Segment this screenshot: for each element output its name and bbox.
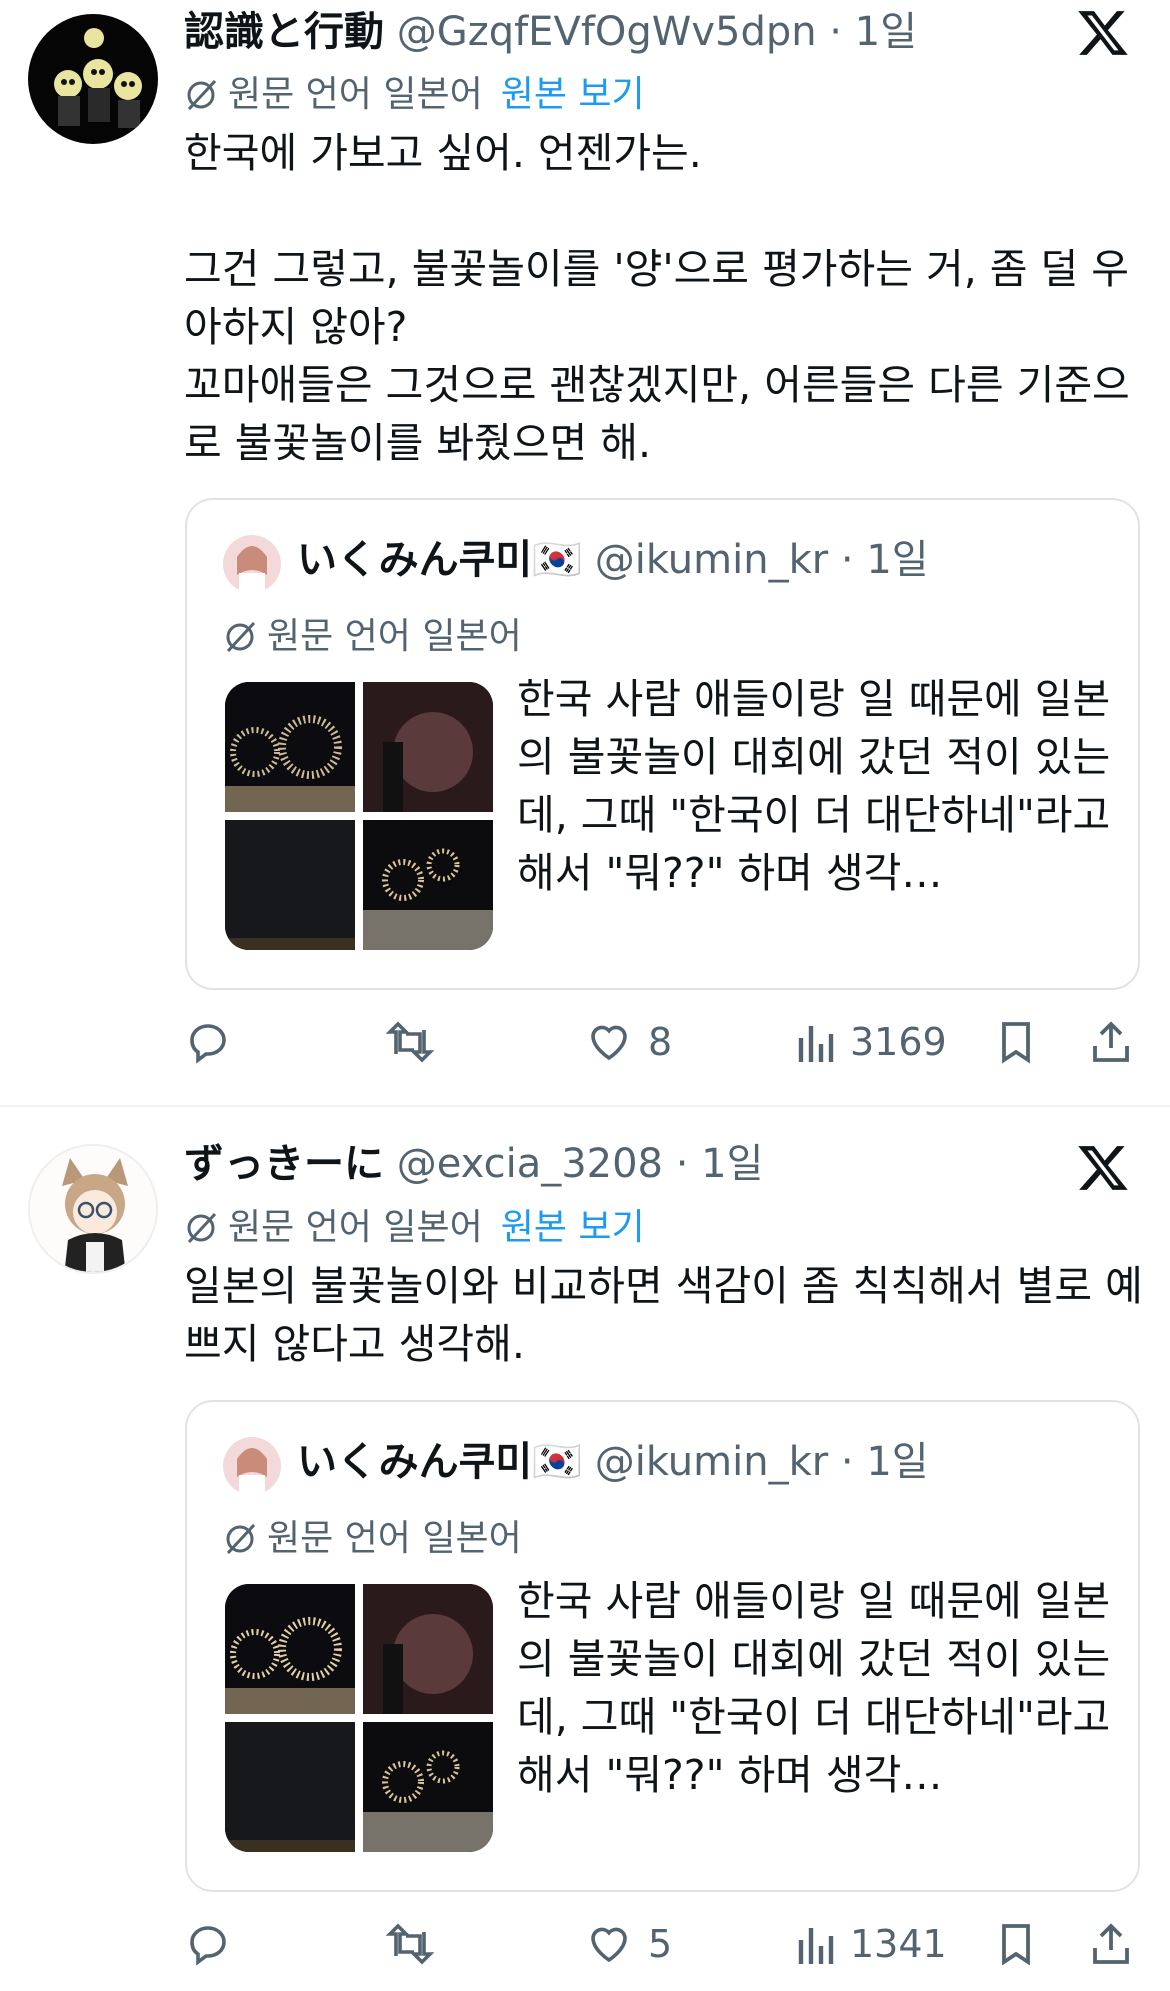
media-image[interactable] xyxy=(363,682,493,812)
media-image[interactable] xyxy=(225,1584,355,1714)
media-image[interactable] xyxy=(225,682,355,812)
reply-icon xyxy=(190,1926,226,1966)
views-button[interactable]: 3169 xyxy=(794,1012,947,1072)
reply-button[interactable] xyxy=(184,1914,246,1974)
reply-icon xyxy=(190,1024,226,1064)
avatar[interactable] xyxy=(28,1144,158,1274)
retweet-button[interactable] xyxy=(384,1012,450,1072)
translation-label: 원문 언어 일본어 xyxy=(228,1207,483,1248)
author-name[interactable]: ずっきーに xyxy=(184,1141,384,1187)
quote-header: いくみん쿠미🇰🇷 @ikumin_kr · 1일 xyxy=(297,530,929,590)
share-icon xyxy=(1093,1923,1129,1964)
tweet-header: 認識と行動 @GzqfEVfOgWv5dpn · 1일 xyxy=(184,2,1170,62)
quote-timestamp[interactable]: 1일 xyxy=(866,1439,928,1485)
media-image[interactable] xyxy=(225,1722,355,1852)
action-bar: 5 1341 xyxy=(184,1914,1144,1974)
translation-notice: 원문 언어 일본어 원본 보기 xyxy=(184,1203,645,1253)
quote-translation-label: 원문 언어 일본어 xyxy=(267,1518,522,1559)
quote-translation-notice: 원문 언어 일본어 xyxy=(223,612,522,662)
bookmark-icon xyxy=(1002,1022,1030,1064)
quote-header: いくみん쿠미🇰🇷 @ikumin_kr · 1일 xyxy=(297,1432,929,1492)
tweet-text: 일본의 불꽃놀이와 비교하면 색감이 좀 칙칙해서 별로 예쁘지 않다고 생각해… xyxy=(184,1262,1143,1368)
share-button[interactable] xyxy=(1088,1012,1134,1072)
quote-text: 한국 사람 애들이랑 일 때문에 일본의 불꽃놀이 대회에 갔던 적이 있는데,… xyxy=(517,675,1124,897)
like-count: 5 xyxy=(648,1922,673,1966)
quote-author-name[interactable]: いくみん쿠미🇰🇷 xyxy=(297,537,582,583)
quote-translation-notice: 원문 언어 일본어 xyxy=(223,1514,522,1564)
media-image[interactable] xyxy=(225,820,355,950)
quote-tweet[interactable]: いくみん쿠미🇰🇷 @ikumin_kr · 1일 원문 언어 일본어 한국 사람… xyxy=(185,498,1140,990)
translation-label: 원문 언어 일본어 xyxy=(228,74,483,115)
separator: · xyxy=(828,537,867,583)
translate-globe-icon xyxy=(187,79,217,111)
quote-translation-label: 원문 언어 일본어 xyxy=(267,616,522,657)
like-button[interactable]: 5 xyxy=(584,1914,672,1974)
action-bar: 8 3169 xyxy=(184,1012,1144,1072)
tweet[interactable]: 認識と行動 @GzqfEVfOgWv5dpn · 1일 원문 언어 일본어 원본 … xyxy=(0,0,1170,1105)
separator: · xyxy=(663,1141,702,1187)
views-count: 3169 xyxy=(850,1020,947,1064)
bookmark-button[interactable] xyxy=(994,1012,1038,1072)
translation-notice: 원문 언어 일본어 원본 보기 xyxy=(184,70,645,120)
x-logo-icon[interactable] xyxy=(1076,6,1130,60)
quote-avatar xyxy=(223,1437,281,1495)
like-button[interactable]: 8 xyxy=(584,1012,672,1072)
views-chart-icon xyxy=(798,1026,834,1062)
show-original-link[interactable]: 원본 보기 xyxy=(501,1207,645,1248)
tweet[interactable]: ずっきーに @excia_3208 · 1일 원문 언어 일본어 원본 보기 일본… xyxy=(0,1107,1170,1991)
bookmark-icon xyxy=(1002,1924,1030,1966)
heart-icon xyxy=(591,1025,627,1061)
author-handle[interactable]: @GzqfEVfOgWv5dpn xyxy=(397,9,817,55)
retweet-button[interactable] xyxy=(384,1914,450,1974)
translate-globe-icon xyxy=(226,1523,256,1555)
quote-avatar xyxy=(223,535,281,593)
retweet-icon xyxy=(385,1021,435,1063)
share-button[interactable] xyxy=(1088,1914,1134,1974)
timestamp[interactable]: 1일 xyxy=(855,9,917,55)
views-button[interactable]: 1341 xyxy=(794,1914,947,1974)
quote-tweet[interactable]: いくみん쿠미🇰🇷 @ikumin_kr · 1일 원문 언어 일본어 한국 사람… xyxy=(185,1400,1140,1892)
like-count: 8 xyxy=(648,1020,673,1064)
quote-media-grid[interactable] xyxy=(225,1584,493,1852)
timestamp[interactable]: 1일 xyxy=(701,1141,763,1187)
heart-icon xyxy=(591,1927,627,1963)
share-icon xyxy=(1093,1021,1129,1062)
reply-button[interactable] xyxy=(184,1012,246,1072)
quote-media-grid[interactable] xyxy=(225,682,493,950)
bookmark-button[interactable] xyxy=(994,1914,1038,1974)
quote-timestamp[interactable]: 1일 xyxy=(866,537,928,583)
quote-text: 한국 사람 애들이랑 일 때문에 일본의 불꽃놀이 대회에 갔던 적이 있는데,… xyxy=(517,1577,1124,1799)
views-chart-icon xyxy=(798,1928,834,1964)
quote-author-name[interactable]: いくみん쿠미🇰🇷 xyxy=(297,1439,582,1485)
author-handle[interactable]: @excia_3208 xyxy=(397,1141,663,1187)
media-image[interactable] xyxy=(363,1584,493,1714)
show-original-link[interactable]: 원본 보기 xyxy=(501,74,645,115)
media-image[interactable] xyxy=(363,1722,493,1852)
separator: · xyxy=(816,9,855,55)
translate-globe-icon xyxy=(226,621,256,653)
tweet-header: ずっきーに @excia_3208 · 1일 xyxy=(184,1134,1170,1194)
avatar[interactable] xyxy=(28,14,158,144)
x-logo-icon[interactable] xyxy=(1076,1141,1130,1195)
media-image[interactable] xyxy=(363,820,493,950)
translate-globe-icon xyxy=(187,1212,217,1244)
separator: · xyxy=(828,1439,867,1485)
quote-author-handle[interactable]: @ikumin_kr xyxy=(595,537,828,583)
retweet-icon xyxy=(385,1923,435,1965)
views-count: 1341 xyxy=(850,1922,947,1966)
quote-author-handle[interactable]: @ikumin_kr xyxy=(595,1439,828,1485)
author-name[interactable]: 認識と行動 xyxy=(184,9,384,55)
tweet-text: 한국에 가보고 싶어. 언젠가는. 그건 그렇고, 불꽃놀이를 '양'으로 평가… xyxy=(184,129,1130,467)
